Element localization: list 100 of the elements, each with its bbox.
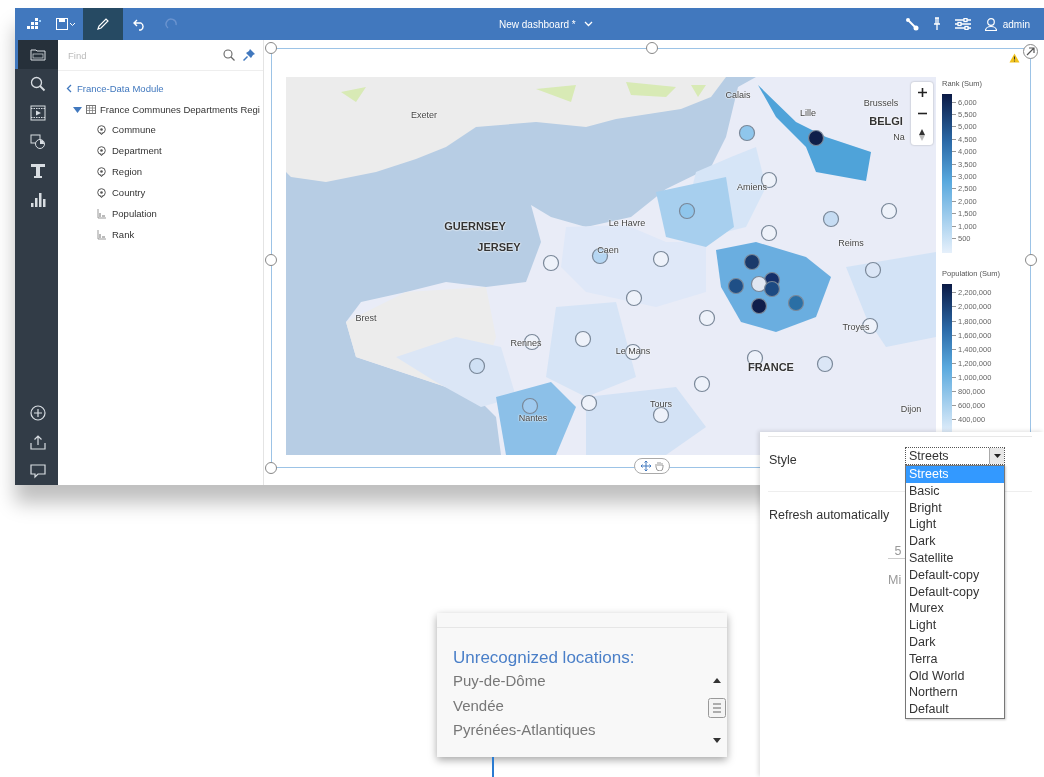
city-label: Na [893, 132, 905, 142]
dashboard-title[interactable]: New dashboard * [495, 16, 597, 32]
resize-handle[interactable] [265, 42, 277, 54]
pin-icon[interactable] [932, 17, 941, 31]
dropdown-option[interactable]: Old World [906, 667, 1004, 685]
location-item: Vendée [453, 695, 505, 716]
location-pin-icon [97, 145, 106, 156]
dropdown-option[interactable]: Terra [906, 650, 1004, 668]
warning-icon[interactable] [1009, 53, 1020, 63]
field-label: Refresh automatically [769, 508, 890, 522]
user-icon [984, 17, 997, 31]
ruler-icon [97, 208, 106, 219]
location-item: Puy-de-Dôme [453, 671, 547, 691]
dropdown-option[interactable]: Satellite [906, 550, 1004, 567]
ruler-icon [97, 229, 106, 240]
panel-heading: Unrecognized locations: [452, 647, 636, 668]
comment-icon [30, 462, 46, 479]
caret-icon [993, 454, 1001, 458]
city-label: Reims [838, 238, 864, 248]
resize-handle[interactable] [646, 42, 658, 54]
city-label: Lille [800, 108, 816, 118]
city-label: Troyes [842, 322, 870, 332]
connector-line [492, 757, 494, 777]
city-label: Amiens [737, 182, 767, 192]
dropdown-option[interactable]: Northern [906, 684, 1004, 702]
chevron-down-icon [583, 21, 593, 27]
city-label: Caen [597, 245, 619, 255]
user-menu[interactable]: admin [984, 17, 1030, 31]
move-icon [640, 461, 651, 471]
connector-icon[interactable] [904, 17, 919, 31]
tree-item[interactable]: Department [112, 145, 162, 156]
search-icon [30, 75, 46, 92]
grid-logo-icon [27, 18, 41, 30]
edit-button[interactable] [83, 8, 123, 40]
folder-icon [30, 46, 46, 63]
find-field[interactable]: Find [66, 48, 215, 62]
search-icon[interactable] [223, 49, 235, 61]
field-label: Style [769, 453, 798, 467]
city-label: Nantes [518, 413, 548, 423]
city-label: Dijon [900, 404, 922, 414]
country-label: BELGI [869, 115, 903, 127]
pencil-icon [96, 17, 110, 31]
dropdown-option[interactable]: Murex [906, 600, 1004, 618]
city-label: Le Havre [608, 218, 646, 228]
city-label: Rennes [510, 338, 542, 348]
dropdown-option[interactable]: Dark [906, 533, 1004, 550]
minus-icon [917, 112, 927, 115]
redo-icon [165, 17, 179, 31]
film-icon [30, 104, 46, 121]
city-label: Exeter [411, 110, 437, 120]
dropdown-option[interactable]: Basic [906, 482, 1004, 500]
back-link[interactable]: France-Data Module [58, 71, 263, 100]
tree-item[interactable]: Commune [112, 124, 156, 135]
location-item: Pyrénées-Atlantiques [453, 720, 597, 740]
city-label: Brest [355, 313, 377, 323]
resize-handle[interactable] [265, 254, 277, 266]
text-icon [30, 162, 46, 179]
resize-handle[interactable] [265, 462, 277, 474]
city-label: Tours [650, 399, 672, 409]
dropdown-option[interactable]: Default-copy [906, 566, 1004, 584]
dropdown-option[interactable]: Dark [906, 633, 1004, 651]
table-icon [86, 105, 96, 114]
dropdown-option[interactable]: Bright [906, 499, 1004, 517]
bar-chart-icon [30, 191, 46, 208]
city-label: Calais [725, 90, 751, 100]
plus-icon [917, 88, 927, 97]
upload-icon [30, 433, 46, 450]
compass-icon [919, 128, 925, 141]
dropdown-option[interactable]: Default [906, 701, 1004, 718]
settings-sliders-icon[interactable] [954, 18, 971, 30]
city-label: Le Mans [615, 346, 651, 356]
location-pin-icon [97, 166, 106, 177]
tree-item[interactable]: France Communes Departments Regi [100, 104, 260, 115]
dropdown-option[interactable]: Default-copy [906, 583, 1004, 601]
expanded-caret-icon[interactable] [73, 106, 82, 113]
dropdown-option[interactable]: Light [906, 516, 1004, 534]
country-label: FRANCE [748, 361, 794, 373]
diagonal-arrow-icon [1026, 47, 1035, 56]
tree-item[interactable]: Population [112, 208, 157, 219]
floppy-disk-icon [56, 18, 76, 30]
undo-icon [133, 17, 147, 31]
resize-handle[interactable] [1025, 254, 1037, 266]
unit-label: Mi [888, 573, 902, 587]
hand-icon [654, 461, 664, 471]
city-label: Brussels [863, 98, 899, 108]
location-pin-icon [97, 124, 106, 135]
country-label: GUERNSEY [444, 220, 506, 232]
tree-item[interactable]: Rank [112, 229, 135, 240]
style-dropdown[interactable]: Streets [905, 447, 1005, 465]
country-label: JERSEY [477, 241, 521, 253]
tree-item[interactable]: Country [112, 187, 146, 198]
dropdown-option[interactable]: Light [906, 617, 1004, 634]
shapes-icon [30, 133, 46, 150]
chevron-left-icon [66, 84, 72, 93]
expand-button[interactable] [1023, 44, 1038, 59]
move-handle[interactable] [634, 458, 670, 474]
pin-icon[interactable] [243, 49, 255, 61]
folder-tool[interactable] [15, 40, 58, 69]
location-pin-icon [97, 187, 106, 198]
tree-item[interactable]: Region [112, 166, 143, 177]
